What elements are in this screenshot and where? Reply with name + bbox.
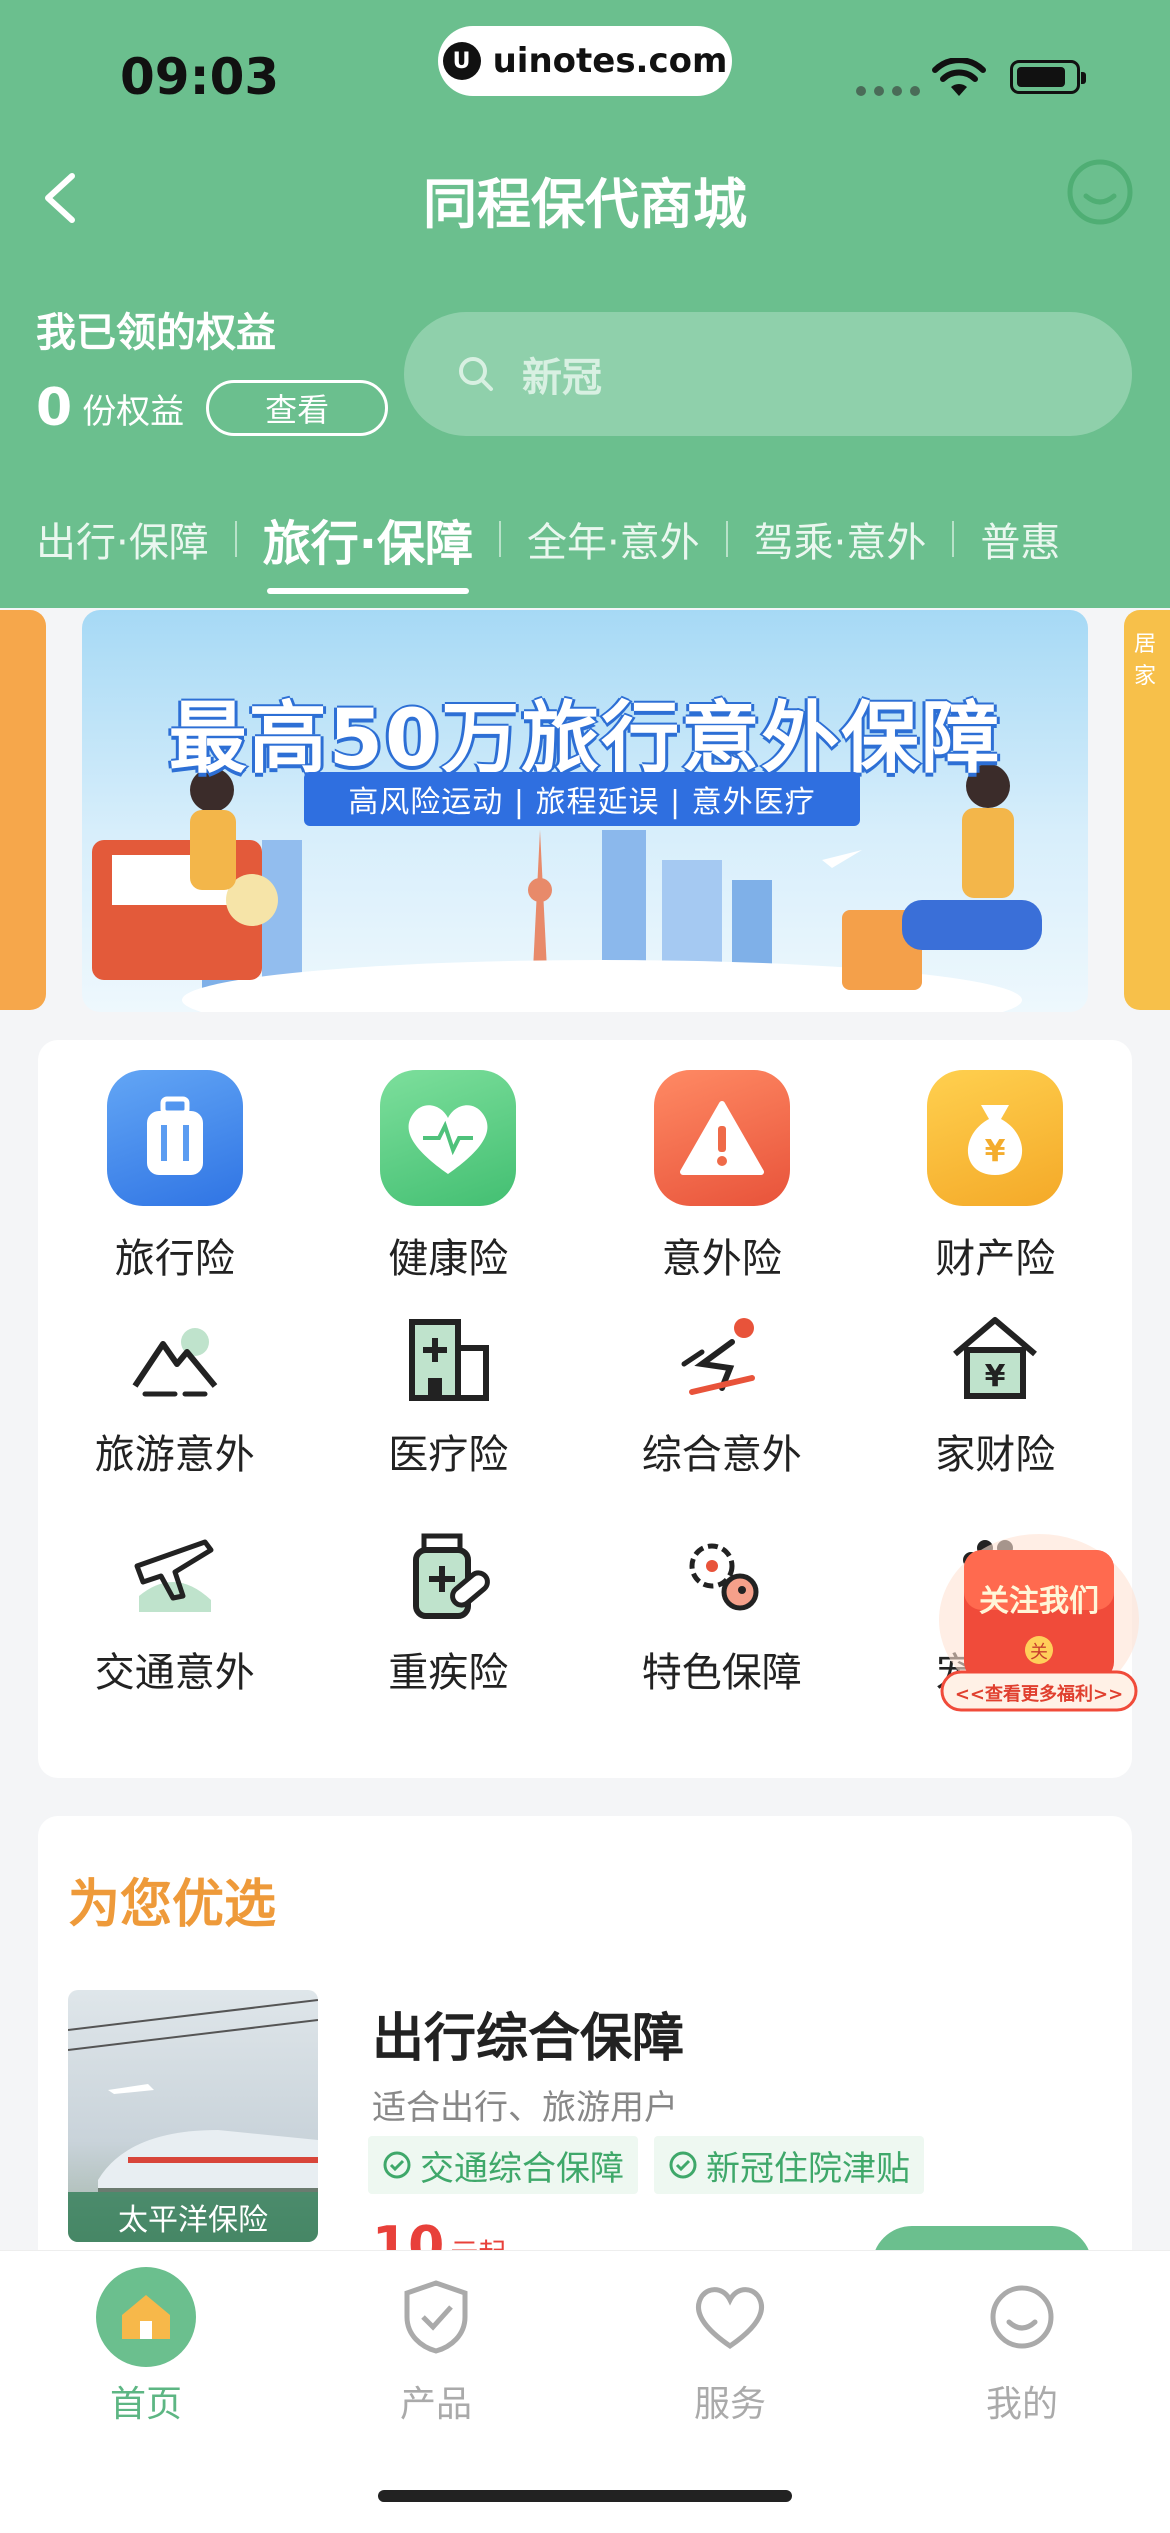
follow-seal: 关 — [1030, 1642, 1048, 1663]
category-label: 意外险 — [661, 1236, 782, 1282]
benefits-row: 0 份权益 查看 — [36, 378, 389, 438]
nav-bar: 同程保代商城 — [0, 150, 1170, 240]
category-label: 重疾险 — [388, 1650, 509, 1696]
tab-mine[interactable]: 我的 — [922, 2267, 1122, 2427]
home-indicator — [378, 2490, 792, 2502]
shield-icon — [386, 2267, 486, 2367]
heart-pulse-icon — [380, 1070, 517, 1206]
house-icon: ¥ — [953, 1317, 1038, 1399]
status-bar: 09:03 U uinotes.com — [0, 0, 1170, 140]
medicine-icon — [413, 1533, 491, 1619]
product-tag-label: 交通综合保障 — [420, 2148, 624, 2189]
mountain-icon — [132, 1328, 218, 1397]
product-tag: 新冠住院津贴 — [654, 2136, 924, 2194]
benefits-title: 我已领的权益 — [36, 310, 276, 356]
category-label: 特色保障 — [641, 1650, 802, 1696]
category-home-property[interactable]: ¥ 家财险 — [859, 1296, 1133, 1514]
hospital-icon — [409, 1319, 490, 1401]
luggage-icon — [106, 1070, 243, 1206]
tab-travel-protection-2[interactable]: 旅行·保障 — [237, 504, 499, 594]
category-label: 旅游意外 — [94, 1432, 255, 1478]
category-label: 综合意外 — [641, 1432, 802, 1478]
money-bag-icon: ¥ — [927, 1070, 1064, 1206]
benefits-count: 0 — [36, 378, 73, 438]
search-icon — [459, 357, 493, 391]
check-circle-icon — [383, 2151, 411, 2179]
banner-prev-peek[interactable] — [0, 610, 46, 1010]
category-label: 医疗险 — [388, 1432, 509, 1478]
banner-subline: 高风险运动 | 旅程延误 | 意外医疗 — [304, 772, 860, 826]
product-tags: 交通综合保障 新冠住院津贴 — [368, 2136, 924, 2194]
virus-icon — [689, 1543, 759, 1611]
follow-title: 关注我们 — [979, 1584, 1099, 1619]
tab-label: 产品 — [399, 2384, 472, 2425]
category-label: 健康险 — [388, 1236, 509, 1282]
tab-travel-protection-1[interactable]: 出行·保障 — [0, 510, 235, 568]
category-traffic-accident[interactable]: 交通意外 — [38, 1514, 312, 1732]
category-comprehensive-accident[interactable]: 综合意外 — [585, 1296, 859, 1514]
tab-service[interactable]: 服务 — [630, 2267, 830, 2427]
recommend-title: 为您优选 — [68, 1862, 287, 1937]
category-label: 旅行险 — [114, 1236, 235, 1282]
svg-text:¥: ¥ — [985, 1134, 1006, 1169]
url-pill: U uinotes.com — [438, 26, 732, 96]
tab-label: 我的 — [985, 2384, 1058, 2425]
tab-driving-accident[interactable]: 驾乘·意外 — [728, 510, 953, 568]
product-tag: 交通综合保障 — [368, 2136, 638, 2194]
page-title: 同程保代商城 — [423, 173, 747, 236]
plane-icon — [134, 1539, 214, 1612]
category-label: 财产险 — [935, 1236, 1056, 1282]
category-accident-insurance[interactable]: 意外险 — [585, 1070, 859, 1296]
banner-next-tag: 居家 — [1134, 632, 1157, 689]
tab-products[interactable]: 产品 — [336, 2267, 536, 2427]
category-health-insurance[interactable]: 健康险 — [312, 1070, 586, 1296]
follow-us-badge[interactable]: 关注我们 关 <<查看更多福利>> — [934, 1530, 1144, 1720]
category-property-insurance[interactable]: ¥ 财产险 — [859, 1070, 1133, 1296]
category-special-protection[interactable]: 特色保障 — [585, 1514, 859, 1732]
category-tabs: 出行·保障 旅行·保障 全年·意外 驾乘·意外 普惠 — [0, 494, 1170, 594]
url-text: uinotes.com — [492, 41, 728, 81]
signal-icon — [856, 86, 920, 96]
category-travel-insurance[interactable]: 旅行险 — [38, 1070, 312, 1296]
product-tag-label: 新冠住院津贴 — [706, 2148, 910, 2189]
site-logo-icon: U — [442, 42, 481, 80]
category-label: 交通意外 — [94, 1650, 255, 1696]
customer-service-icon[interactable] — [1062, 156, 1138, 232]
check-circle-icon — [669, 2151, 697, 2179]
home-icon — [96, 2267, 196, 2367]
category-label: 家财险 — [935, 1432, 1056, 1478]
wifi-icon — [932, 58, 986, 96]
tab-annual-accident[interactable]: 全年·意外 — [501, 510, 726, 568]
status-time: 09:03 — [120, 48, 280, 106]
warning-icon — [653, 1070, 790, 1206]
search-input[interactable]: 新冠 — [404, 312, 1132, 436]
svg-text:¥: ¥ — [985, 1359, 1006, 1394]
product-description: 适合出行、旅游用户 — [372, 2088, 678, 2128]
search-placeholder: 新冠 — [522, 355, 602, 401]
tab-home[interactable]: 首页 — [46, 2267, 246, 2427]
tab-inclusive[interactable]: 普惠 — [954, 510, 1086, 568]
promo-banner[interactable]: 最高50万旅行意外保障 高风险运动 | 旅程延误 | 意外医疗 — [82, 610, 1088, 1012]
battery-icon — [1010, 60, 1086, 94]
tab-label: 首页 — [109, 2384, 182, 2425]
smile-icon — [972, 2267, 1072, 2367]
category-medical-insurance[interactable]: 医疗险 — [312, 1296, 586, 1514]
product-brand: 太平洋保险 — [68, 2192, 318, 2242]
tab-label: 服务 — [693, 2384, 766, 2425]
product-name[interactable]: 出行综合保障 — [372, 1996, 684, 2071]
view-benefits-button[interactable]: 查看 — [206, 380, 389, 436]
benefits-unit: 份权益 — [82, 391, 185, 432]
follow-subtext: <<查看更多福利>> — [954, 1684, 1124, 1705]
skier-icon — [681, 1318, 755, 1395]
banner-next-peek[interactable]: 居家 — [1124, 610, 1170, 1010]
product-image[interactable]: 太平洋保险 — [68, 1990, 318, 2242]
category-travel-accident[interactable]: 旅游意外 — [38, 1296, 312, 1514]
category-critical-illness[interactable]: 重疾险 — [312, 1514, 586, 1732]
heart-icon — [680, 2267, 780, 2367]
